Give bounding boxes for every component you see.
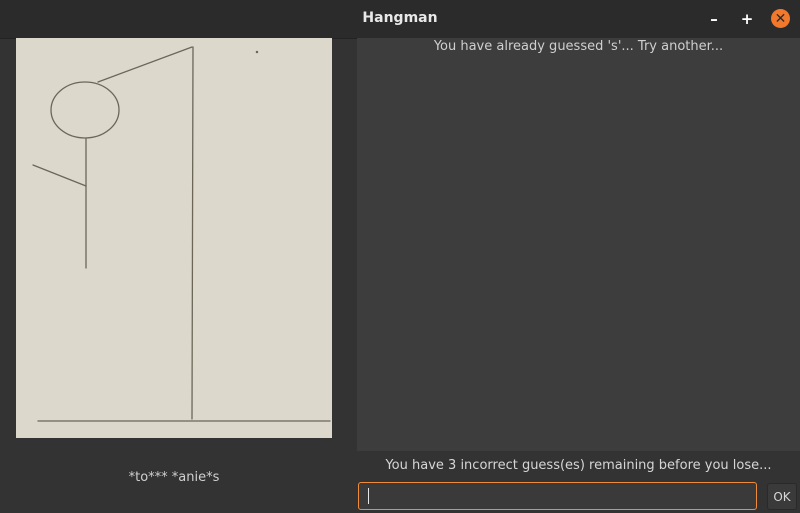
gallows-post: [191, 46, 194, 420]
hangman-drawing: [16, 38, 332, 438]
status-message: You have 3 incorrect guess(es) remaining…: [385, 458, 772, 473]
ink-dot: [255, 50, 259, 54]
gallows-drawing: [32, 46, 331, 422]
minimize-button[interactable]: –: [704, 9, 724, 29]
window-title: Hangman: [362, 10, 438, 26]
close-icon: ✕: [774, 10, 787, 27]
title-bar: Hangman – + ✕: [0, 0, 800, 39]
log-message: You have already guessed 's'... Try anot…: [433, 39, 724, 54]
message-log: You have already guessed 's'... Try anot…: [357, 38, 800, 451]
maximize-button[interactable]: +: [737, 9, 757, 29]
gallows-beam: [97, 46, 193, 83]
ok-button[interactable]: OK: [767, 483, 797, 510]
text-cursor: [368, 488, 369, 504]
figure-arm: [32, 164, 87, 187]
minimize-icon: –: [710, 9, 718, 28]
figure-head: [50, 81, 120, 139]
close-button[interactable]: ✕: [771, 9, 790, 28]
guess-input[interactable]: [358, 482, 757, 510]
maximize-icon: +: [740, 9, 754, 28]
masked-word: *to*** *anie*s: [128, 470, 220, 485]
